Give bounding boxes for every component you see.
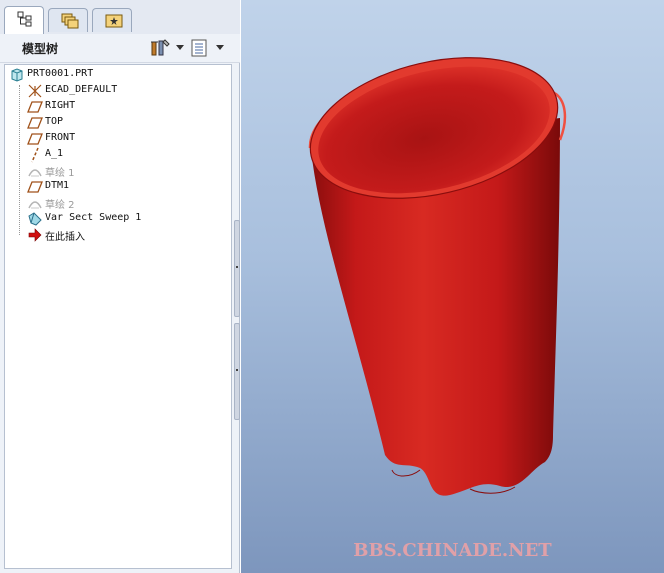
- part-model-cup[interactable]: [241, 0, 664, 573]
- tree-show-button[interactable]: [190, 39, 224, 57]
- chevron-down-icon: [176, 45, 184, 50]
- tree-item-label: ECAD_DEFAULT: [45, 84, 118, 95]
- sketch-icon: [28, 169, 42, 177]
- tab-layers[interactable]: [48, 8, 88, 32]
- tree-item-label: TOP: [45, 116, 64, 127]
- sketch-icon: [28, 201, 42, 209]
- part-icon: [11, 68, 23, 82]
- watermark-text: BBS.CHINADE.NET: [353, 540, 552, 561]
- graphics-viewport[interactable]: BBS.CHINADE.NET: [241, 0, 664, 573]
- sweep-feature-icon: [28, 212, 42, 226]
- tree-item-label: FRONT: [45, 132, 76, 143]
- chevron-down-icon: [216, 45, 224, 50]
- tab-favorites[interactable]: [92, 8, 132, 32]
- panel-splitter[interactable]: [232, 220, 240, 420]
- tab-model-tree[interactable]: [4, 6, 44, 34]
- datum-plane-icon: [27, 133, 43, 145]
- coordinate-system-icon: [28, 84, 42, 98]
- insert-arrow-icon: [28, 228, 42, 242]
- model-tree-header: 模型树: [0, 34, 240, 63]
- tree-item-label: 在此插入: [45, 232, 85, 243]
- tree-item-label: Var Sect Sweep 1: [45, 212, 142, 223]
- grip-dot: [236, 369, 238, 371]
- navigator-tab-strip: [0, 0, 240, 34]
- datum-plane-icon: [27, 117, 43, 129]
- list-icon: [191, 39, 207, 57]
- layers-icon: [61, 13, 79, 29]
- datum-plane-icon: [27, 101, 43, 113]
- tree-item-label: 草绘 2: [45, 200, 75, 211]
- model-tree-title: 模型树: [22, 42, 59, 56]
- tree-item-label: PRT0001.PRT: [27, 68, 94, 79]
- splitter-handle-lower[interactable]: [234, 323, 240, 420]
- tree-branch-line: [19, 85, 21, 235]
- grip-dot: [236, 266, 238, 268]
- tree-item-label: DTM1: [45, 180, 70, 191]
- tree-item-label: 草绘 1: [45, 168, 75, 179]
- model-tree-icon: [17, 11, 32, 27]
- tree-item-label: A_1: [45, 148, 64, 159]
- navigator-panel: 模型树 PRT0001.PRT ECAD_DEFAULT RIGHT TOP F…: [0, 0, 240, 573]
- tree-settings-button[interactable]: [150, 39, 184, 57]
- datum-axis-icon: [31, 147, 39, 163]
- favorites-icon: [105, 14, 123, 28]
- splitter-handle-upper[interactable]: [234, 220, 240, 317]
- tree-item-label: RIGHT: [45, 100, 76, 111]
- tools-icon: [151, 39, 170, 56]
- datum-plane-icon: [27, 181, 43, 193]
- model-tree: PRT0001.PRT ECAD_DEFAULT RIGHT TOP FRONT: [4, 64, 232, 569]
